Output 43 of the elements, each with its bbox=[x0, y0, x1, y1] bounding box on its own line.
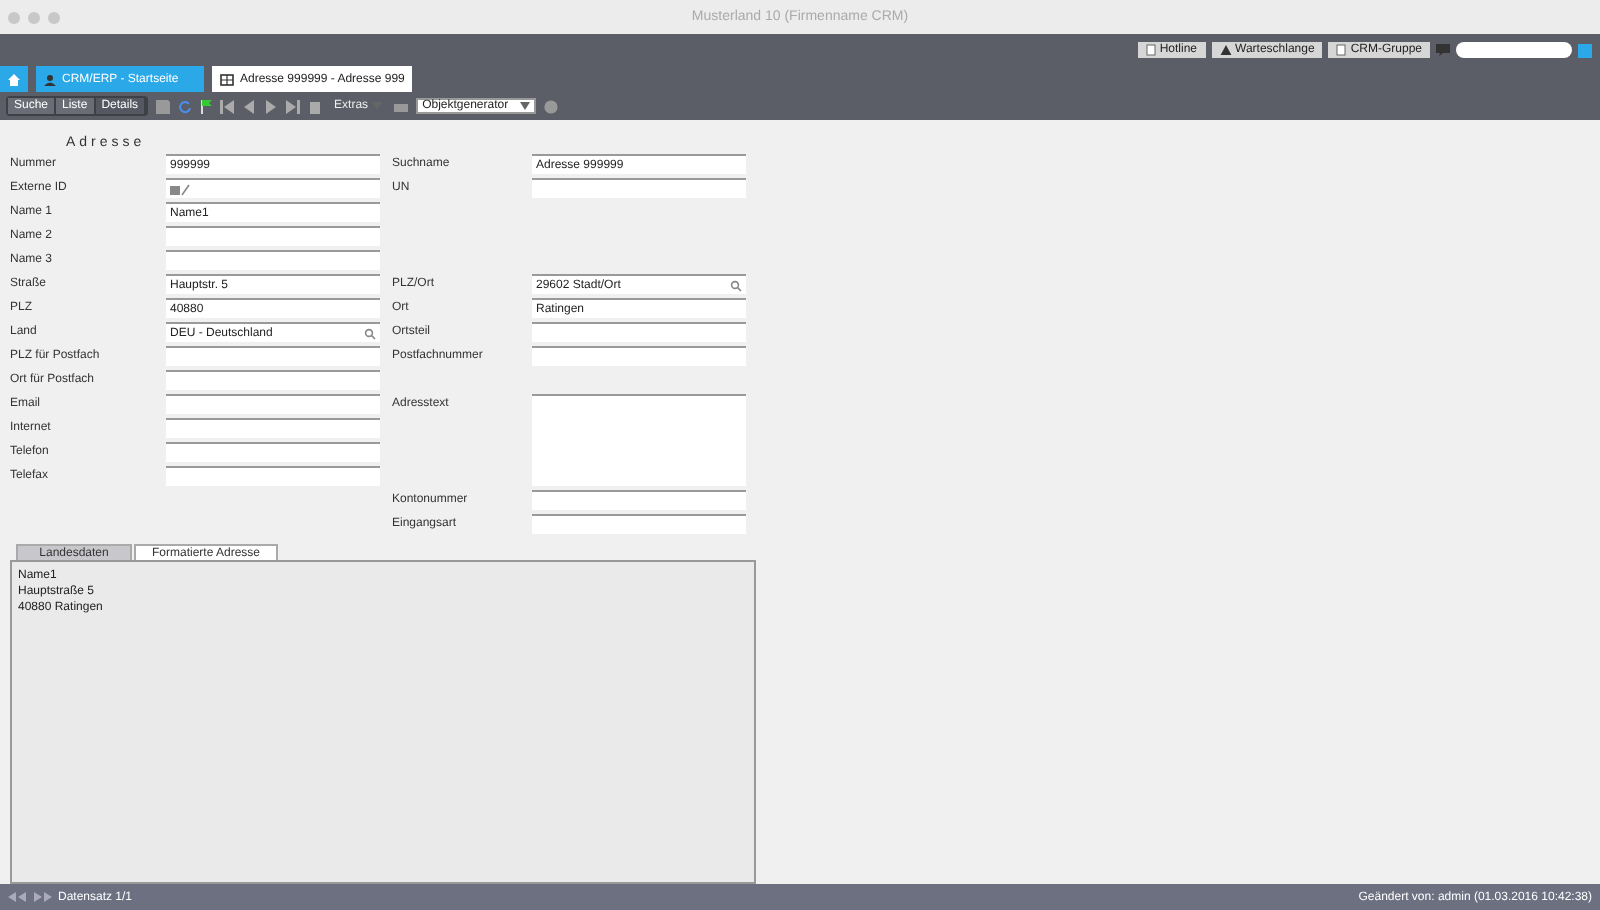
home-icon bbox=[8, 73, 20, 85]
input-field[interactable] bbox=[166, 394, 380, 414]
close-window-button[interactable] bbox=[8, 11, 20, 23]
home-tab[interactable] bbox=[0, 66, 28, 92]
flag-icon[interactable] bbox=[200, 99, 213, 113]
input-field[interactable] bbox=[166, 466, 380, 486]
next-record-icon[interactable] bbox=[264, 99, 279, 113]
input-field[interactable] bbox=[532, 346, 746, 366]
chat-icon[interactable] bbox=[1436, 44, 1450, 56]
save-icon[interactable] bbox=[156, 99, 171, 113]
search-icon[interactable] bbox=[364, 327, 376, 339]
input-field[interactable] bbox=[166, 442, 380, 462]
search-icon[interactable] bbox=[730, 279, 742, 291]
first-record-icon[interactable] bbox=[220, 99, 235, 113]
print-icon[interactable] bbox=[394, 99, 409, 113]
input-field[interactable] bbox=[532, 490, 746, 510]
navigation-arrows-icon[interactable] bbox=[8, 892, 52, 902]
person-icon bbox=[44, 73, 56, 85]
input-field[interactable] bbox=[166, 370, 380, 390]
caret-icon bbox=[520, 102, 531, 110]
input-field[interactable] bbox=[166, 418, 380, 438]
input-field[interactable] bbox=[532, 178, 746, 198]
input-field[interactable] bbox=[166, 226, 380, 246]
minimize-window-button[interactable] bbox=[28, 11, 40, 23]
search-field[interactable] bbox=[1456, 42, 1572, 58]
document-icon bbox=[1145, 44, 1156, 56]
input-field[interactable] bbox=[532, 514, 746, 534]
help-icon[interactable] bbox=[544, 99, 559, 113]
input-field[interactable] bbox=[166, 250, 380, 270]
previous-record-icon[interactable] bbox=[242, 99, 257, 113]
folder-edit-icon[interactable] bbox=[170, 183, 190, 195]
input-field[interactable] bbox=[532, 322, 746, 342]
warning-icon bbox=[1219, 44, 1232, 56]
delete-icon[interactable] bbox=[308, 99, 323, 113]
search-button[interactable] bbox=[1578, 43, 1592, 57]
input-field[interactable] bbox=[166, 178, 380, 198]
input-field[interactable] bbox=[166, 346, 380, 366]
document-icon bbox=[1336, 44, 1347, 56]
last-record-icon[interactable] bbox=[286, 99, 301, 113]
text-area[interactable] bbox=[532, 394, 746, 486]
refresh-icon[interactable] bbox=[178, 99, 193, 113]
zoom-window-button[interactable] bbox=[48, 11, 60, 23]
table-icon bbox=[220, 73, 234, 85]
